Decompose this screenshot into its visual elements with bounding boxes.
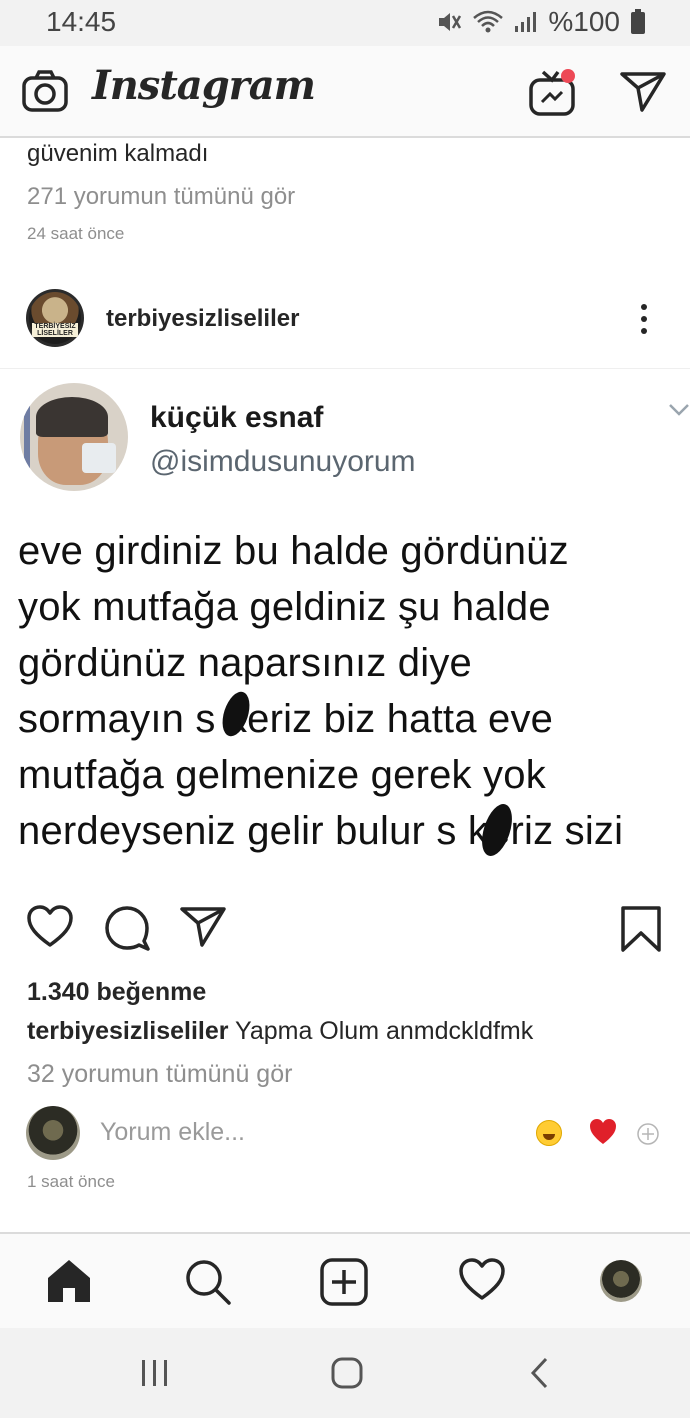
tweet-line: nerdeyseniz gelir bulur s keriz sizi	[18, 809, 624, 853]
tweet-text: eve girdiniz bu halde gördünüz yok mutfa…	[18, 523, 688, 859]
tweet-line: mutfağa gelmenize gerek yok	[18, 753, 546, 797]
home-icon[interactable]	[46, 1258, 92, 1304]
post-avatar[interactable]: TERBİYESİZ LİSELİLER	[26, 289, 84, 347]
bottom-nav	[0, 1232, 690, 1328]
instagram-logo: Instagram	[92, 62, 316, 109]
heart-emoji-icon[interactable]	[588, 1118, 618, 1146]
recent-apps-icon[interactable]	[140, 1356, 170, 1390]
status-icons: %100	[436, 6, 646, 38]
post-header: TERBİYESİZ LİSELİLER terbiyesizliseliler	[0, 283, 690, 369]
like-heart-icon[interactable]	[26, 905, 74, 949]
camera-icon[interactable]	[22, 70, 68, 112]
tweet-name: küçük esnaf	[150, 401, 324, 434]
like-count[interactable]: 1.340 beğenme	[27, 978, 206, 1007]
previous-post-caption: güvenim kalmadı	[27, 140, 209, 167]
tweet-line: gördünüz naparsınız diye	[18, 641, 472, 685]
view-all-comments-link[interactable]: 32 yorumun tümünü gör	[27, 1060, 292, 1089]
tweet-avatar	[20, 383, 128, 491]
battery-percent: %100	[548, 6, 620, 37]
tweet-line: yok mutfağa geldiniz şu halde	[18, 585, 551, 629]
status-time: 14:45	[46, 6, 117, 37]
add-emoji-icon[interactable]	[636, 1122, 660, 1146]
my-avatar	[26, 1106, 80, 1160]
igtv-icon[interactable]	[528, 68, 578, 118]
more-options-icon[interactable]	[632, 301, 656, 337]
mute-icon	[439, 13, 462, 31]
add-comment-row: Yorum ekle...	[0, 1104, 690, 1160]
tweet-line: sormayın s keriz biz hatta eve	[18, 697, 554, 741]
previous-post-view-comments[interactable]: 271 yorumun tümünü gör	[27, 183, 295, 211]
tweet-handle: @isimdusunuyorum	[150, 445, 416, 478]
post-time: 1 saat önce	[27, 1172, 115, 1191]
comment-input[interactable]: Yorum ekle...	[100, 1118, 245, 1147]
chevron-down-icon	[669, 404, 689, 416]
app-header: Instagram	[0, 46, 690, 138]
system-nav-bar	[0, 1328, 690, 1418]
profile-icon[interactable]	[600, 1260, 642, 1302]
previous-post-time: 24 saat önce	[27, 224, 125, 243]
bookmark-icon[interactable]	[620, 905, 662, 953]
battery-icon	[631, 9, 645, 34]
wifi-icon	[473, 10, 504, 33]
activity-icon[interactable]	[458, 1258, 506, 1302]
signal-icon	[515, 12, 537, 32]
post-image[interactable]: küçük esnaf @isimdusunuyorum eve girdini…	[0, 369, 690, 889]
direct-message-icon[interactable]	[620, 70, 666, 112]
home-button-icon[interactable]	[330, 1356, 364, 1390]
tweet-line: eve girdiniz bu halde gördünüz	[18, 529, 569, 573]
share-icon[interactable]	[180, 905, 226, 949]
laughing-emoji-icon[interactable]	[536, 1120, 562, 1146]
caption-text: Yapma Olum anmdckldfmk	[228, 1017, 534, 1045]
post-caption: terbiyesizliseliler Yapma Olum anmdckldf…	[27, 1017, 533, 1046]
caption-username[interactable]: terbiyesizliseliler	[27, 1017, 229, 1045]
post-actions	[0, 905, 690, 965]
new-post-icon[interactable]	[320, 1258, 368, 1306]
status-bar: 14:45 %100	[0, 0, 690, 46]
search-icon[interactable]	[184, 1258, 232, 1306]
avatar-label: TERBİYESİZ LİSELİLER	[32, 323, 78, 337]
post-username[interactable]: terbiyesizliseliler	[106, 305, 299, 333]
back-icon[interactable]	[528, 1356, 552, 1390]
comment-icon[interactable]	[104, 905, 150, 951]
